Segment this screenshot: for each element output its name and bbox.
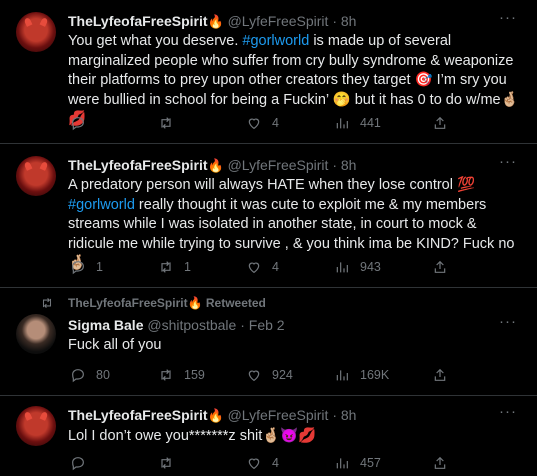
views-button[interactable]: 457 bbox=[334, 455, 381, 471]
tweet-header: TheLyfeofaFreeSpirit🔥 @LyfeFreeSpirit · … bbox=[68, 12, 356, 32]
retweet-button[interactable]: 159 bbox=[158, 367, 205, 383]
reply-button[interactable]: 1 bbox=[70, 259, 103, 275]
view-count: 441 bbox=[360, 116, 381, 130]
author-name[interactable]: TheLyfeofaFreeSpirit bbox=[68, 13, 208, 29]
retweet-count: 159 bbox=[184, 368, 205, 382]
share-icon bbox=[434, 456, 446, 469]
share-icon bbox=[434, 260, 446, 273]
separator-dot: · bbox=[332, 407, 337, 423]
view-count: 169K bbox=[360, 368, 390, 382]
retweet-button[interactable]: 1 bbox=[158, 259, 191, 275]
reply-icon bbox=[72, 369, 84, 383]
share-button[interactable] bbox=[432, 367, 448, 383]
tweet-actions: 4 441 bbox=[68, 115, 518, 133]
like-button[interactable]: 4 bbox=[246, 115, 279, 131]
retweet-icon bbox=[161, 117, 171, 129]
timestamp[interactable]: 8h bbox=[341, 157, 357, 173]
reply-button[interactable] bbox=[70, 115, 96, 131]
views-icon bbox=[336, 370, 348, 381]
tweet[interactable]: TheLyfeofaFreeSpirit🔥 @LyfeFreeSpirit · … bbox=[0, 144, 537, 288]
like-count: 4 bbox=[272, 456, 279, 470]
avatar[interactable] bbox=[16, 12, 56, 52]
view-count: 457 bbox=[360, 456, 381, 470]
like-icon bbox=[248, 262, 260, 274]
fire-emoji: 🔥 bbox=[207, 409, 224, 424]
views-icon bbox=[336, 458, 348, 469]
like-count: 4 bbox=[272, 116, 279, 130]
like-count: 4 bbox=[272, 260, 279, 274]
separator-dot: · bbox=[332, 13, 337, 29]
author-handle[interactable]: @LyfeFreeSpirit bbox=[228, 13, 329, 29]
views-icon bbox=[336, 262, 348, 273]
views-button[interactable]: 943 bbox=[334, 259, 381, 275]
views-icon bbox=[336, 118, 348, 129]
reply-button[interactable]: 80 bbox=[70, 367, 110, 383]
tweet-actions: 4 457 bbox=[68, 455, 518, 473]
tweet-text: Fuck all of you bbox=[68, 337, 162, 353]
share-button[interactable] bbox=[432, 455, 448, 471]
avatar[interactable] bbox=[16, 406, 56, 446]
timestamp[interactable]: 8h bbox=[341, 13, 357, 29]
retweeted-label: TheLyfeofaFreeSpirit🔥 Retweeted bbox=[68, 296, 266, 310]
retweet-icon bbox=[161, 369, 171, 381]
tweet-header: TheLyfeofaFreeSpirit🔥 @LyfeFreeSpirit · … bbox=[68, 406, 356, 426]
retweet-icon bbox=[42, 297, 52, 309]
like-button[interactable]: 4 bbox=[246, 455, 279, 471]
like-count: 924 bbox=[272, 368, 293, 382]
retweet-count: 1 bbox=[184, 260, 191, 274]
tweet[interactable]: TheLyfeofaFreeSpirit🔥 @LyfeFreeSpirit · … bbox=[0, 0, 537, 144]
author-name[interactable]: TheLyfeofaFreeSpirit bbox=[68, 407, 208, 423]
more-icon[interactable]: ··· bbox=[499, 403, 517, 420]
reply-icon bbox=[72, 261, 84, 275]
like-button[interactable]: 4 bbox=[246, 259, 279, 275]
views-button[interactable]: 441 bbox=[334, 115, 381, 131]
share-icon bbox=[434, 116, 446, 129]
retweet-icon bbox=[161, 261, 171, 273]
like-icon bbox=[248, 370, 260, 382]
retweet-icon bbox=[161, 457, 171, 469]
more-icon[interactable]: ··· bbox=[499, 9, 517, 26]
tweet-header: Sigma Bale @shitpostbale · Feb 2 bbox=[68, 316, 285, 334]
avatar[interactable] bbox=[16, 314, 56, 354]
tweet[interactable]: TheLyfeofaFreeSpirit🔥 Retweeted Sigma Ba… bbox=[0, 288, 537, 396]
tweet-header: TheLyfeofaFreeSpirit🔥 @LyfeFreeSpirit · … bbox=[68, 156, 356, 176]
share-icon bbox=[434, 368, 446, 381]
fire-emoji: 🔥 bbox=[207, 159, 224, 174]
views-button[interactable]: 169K bbox=[334, 367, 389, 383]
retweet-button[interactable] bbox=[158, 455, 184, 471]
like-button[interactable]: 924 bbox=[246, 367, 293, 383]
reply-icon bbox=[72, 457, 84, 471]
reply-count: 1 bbox=[96, 260, 103, 274]
hashtag-link[interactable]: #gorlworld bbox=[242, 33, 309, 49]
author-handle[interactable]: @LyfeFreeSpirit bbox=[228, 157, 329, 173]
retweet-button[interactable] bbox=[158, 115, 184, 131]
fire-emoji: 🔥 bbox=[207, 15, 224, 30]
like-icon bbox=[248, 118, 260, 130]
tweet[interactable]: TheLyfeofaFreeSpirit🔥 @LyfeFreeSpirit · … bbox=[0, 396, 537, 476]
reply-count: 80 bbox=[96, 368, 110, 382]
timestamp[interactable]: 8h bbox=[341, 407, 357, 423]
like-icon bbox=[248, 458, 260, 470]
view-count: 943 bbox=[360, 260, 381, 274]
author-name[interactable]: TheLyfeofaFreeSpirit bbox=[68, 157, 208, 173]
author-name[interactable]: Sigma Bale bbox=[68, 317, 143, 333]
separator-dot: · bbox=[332, 157, 337, 173]
reply-icon bbox=[72, 117, 84, 131]
more-icon[interactable]: ··· bbox=[499, 313, 517, 330]
tweet-actions: 1 1 4 943 bbox=[68, 259, 518, 277]
author-handle[interactable]: @LyfeFreeSpirit bbox=[228, 407, 329, 423]
reply-button[interactable] bbox=[70, 455, 96, 471]
tweet-text: Lol I don’t owe you*******z shit🤞🏼😈💋 bbox=[68, 428, 317, 444]
share-button[interactable] bbox=[432, 259, 448, 275]
hashtag-link[interactable]: #gorlworld bbox=[68, 197, 135, 213]
tweet-actions: 80 159 924 169K bbox=[68, 367, 518, 385]
share-button[interactable] bbox=[432, 115, 448, 131]
author-handle[interactable]: @shitpostbale bbox=[147, 317, 236, 333]
avatar[interactable] bbox=[16, 156, 56, 196]
separator-dot: · bbox=[240, 317, 245, 333]
more-icon[interactable]: ··· bbox=[499, 153, 517, 170]
timestamp[interactable]: Feb 2 bbox=[249, 317, 285, 333]
